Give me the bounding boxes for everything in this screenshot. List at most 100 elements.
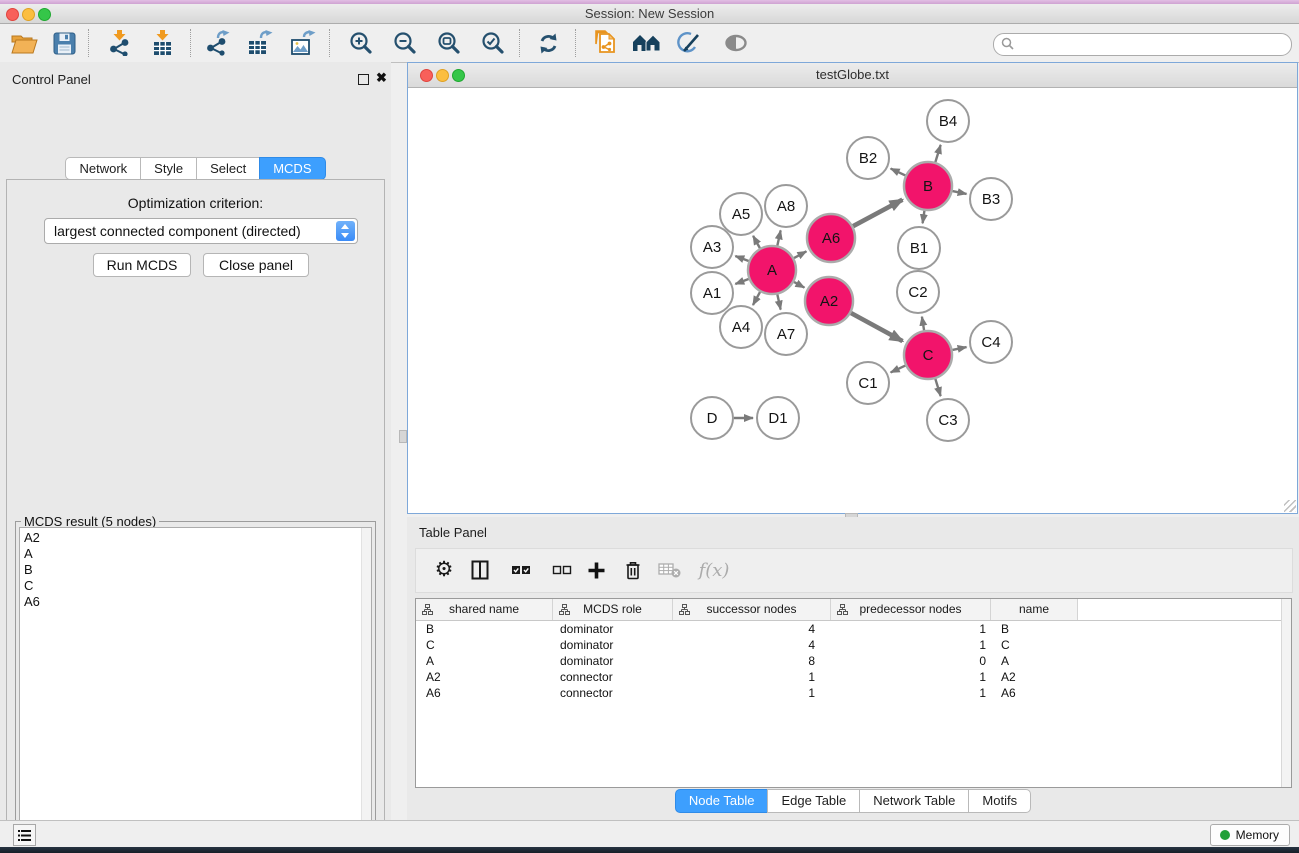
zoom-fit-button[interactable] — [431, 26, 467, 60]
hide-selection-button[interactable] — [672, 26, 708, 60]
graph-node-A7[interactable]: A7 — [765, 313, 807, 355]
tab-network-table[interactable]: Network Table — [859, 789, 969, 813]
table-row[interactable]: Cdominator41C — [416, 637, 1291, 653]
tab-style[interactable]: Style — [140, 157, 197, 180]
graph-edge-B-B1[interactable] — [923, 211, 925, 224]
tab-mcds[interactable]: MCDS — [259, 157, 325, 180]
graph-node-A[interactable]: A — [748, 246, 796, 294]
graph-edge-C-C4[interactable] — [952, 347, 966, 350]
export-network-button[interactable] — [200, 26, 236, 60]
show-columns-button[interactable] — [464, 554, 496, 586]
graph-edge-A2-C[interactable] — [851, 313, 903, 341]
delete-columns-button[interactable] — [617, 554, 649, 586]
graph-edge-B-B3[interactable] — [952, 191, 966, 194]
close-panel-button[interactable]: Close panel — [203, 253, 309, 277]
graph-edge-A-A2[interactable] — [794, 282, 804, 288]
import-table-button[interactable] — [145, 26, 181, 60]
run-mcds-button[interactable]: Run MCDS — [93, 253, 191, 277]
select-all-columns-button[interactable] — [505, 554, 537, 586]
show-panels-button[interactable] — [13, 824, 36, 846]
graph-node-A1[interactable]: A1 — [691, 272, 733, 314]
network-graph[interactable]: B4 B2 B B3 A8A5 A6 A3 B1 A A1 C2 A2 A4A7 C4 C C1 C3 D D1 — [408, 88, 1297, 514]
table-scrollbar[interactable] — [1281, 599, 1291, 787]
close-panel-icon[interactable]: ✖ — [376, 71, 387, 85]
graph-edge-A-A5[interactable] — [753, 236, 760, 248]
export-table-button[interactable] — [242, 26, 278, 60]
zoom-out-button[interactable] — [387, 26, 423, 60]
column-header-successor-nodes[interactable]: successor nodes — [673, 599, 831, 620]
graph-edge-B-B2[interactable] — [891, 169, 906, 176]
zoom-in-button[interactable] — [343, 26, 379, 60]
graph-edge-A6-B[interactable] — [853, 200, 902, 226]
tab-motifs[interactable]: Motifs — [968, 789, 1031, 813]
graph-edge-A-A8[interactable] — [777, 230, 780, 245]
add-column-button[interactable] — [580, 554, 612, 586]
network-canvas[interactable]: B4 B2 B B3 A8A5 A6 A3 B1 A A1 C2 A2 A4A7 C4 C C1 C3 D D1 — [408, 88, 1297, 513]
unselect-all-columns-button[interactable] — [546, 554, 578, 586]
mcds-result-list[interactable]: A2ABCA6 — [19, 527, 372, 853]
graph-node-C4[interactable]: C4 — [970, 321, 1012, 363]
graph-node-D1[interactable]: D1 — [757, 397, 799, 439]
graph-edge-A-A6[interactable] — [794, 251, 806, 258]
graph-edge-C-C2[interactable] — [922, 317, 924, 331]
graph-edge-A-A4[interactable] — [753, 292, 760, 305]
graph-edge-C-C1[interactable] — [891, 366, 906, 373]
graph-edge-C-C3[interactable] — [935, 379, 940, 396]
graph-edge-A-A1[interactable] — [735, 279, 748, 284]
column-header-shared-name[interactable]: shared name — [416, 599, 553, 620]
graph-node-C[interactable]: C — [904, 331, 952, 379]
graph-node-A5[interactable]: A5 — [720, 193, 762, 235]
vertical-splitter-grip[interactable] — [399, 430, 407, 443]
graph-node-C3[interactable]: C3 — [927, 399, 969, 441]
table-row[interactable]: Bdominator41B — [416, 621, 1291, 637]
graph-node-B2[interactable]: B2 — [847, 137, 889, 179]
graph-node-C1[interactable]: C1 — [847, 362, 889, 404]
graph-node-B1[interactable]: B1 — [898, 227, 940, 269]
first-neighbors-button[interactable] — [629, 26, 665, 60]
graph-node-A6[interactable]: A6 — [807, 214, 855, 262]
graph-node-A4[interactable]: A4 — [720, 306, 762, 348]
graph-node-C2[interactable]: C2 — [897, 271, 939, 313]
mcds-result-item[interactable]: A6 — [20, 594, 371, 610]
graph-node-A3[interactable]: A3 — [691, 226, 733, 268]
graph-node-B3[interactable]: B3 — [970, 178, 1012, 220]
import-network-button[interactable] — [102, 26, 138, 60]
optimization-criterion-dropdown[interactable]: largest connected component (directed) — [44, 218, 358, 244]
show-graphics-details-button[interactable] — [718, 26, 754, 60]
delete-table-button[interactable] — [654, 554, 686, 586]
tab-select[interactable]: Select — [196, 157, 260, 180]
column-header-predecessor-nodes[interactable]: predecessor nodes — [831, 599, 991, 620]
graph-node-D[interactable]: D — [691, 397, 733, 439]
zoom-selected-button[interactable] — [475, 26, 511, 60]
graph-node-B4[interactable]: B4 — [927, 100, 969, 142]
tab-node-table[interactable]: Node Table — [675, 789, 769, 813]
save-session-button[interactable] — [46, 26, 82, 60]
graph-node-A8[interactable]: A8 — [765, 185, 807, 227]
table-settings-button[interactable]: ⚙ — [428, 554, 460, 586]
network-window-titlebar[interactable]: testGlobe.txt — [408, 63, 1297, 88]
table-row[interactable]: A2connector11A2 — [416, 669, 1291, 685]
column-header-MCDS-role[interactable]: MCDS role — [553, 599, 673, 620]
table-row[interactable]: A6connector11A6 — [416, 685, 1291, 701]
open-session-button[interactable] — [6, 26, 42, 60]
function-builder-button[interactable]: f(x) — [694, 554, 734, 586]
column-header-name[interactable]: name — [991, 599, 1078, 620]
graph-edge-A-A3[interactable] — [735, 256, 748, 261]
graph-node-B[interactable]: B — [904, 162, 952, 210]
mcds-result-item[interactable]: A2 — [20, 530, 371, 546]
graph-node-A2[interactable]: A2 — [805, 277, 853, 325]
node-table[interactable]: shared nameMCDS rolesuccessor nodesprede… — [415, 598, 1292, 788]
export-image-button[interactable] — [285, 26, 321, 60]
window-resize-grip[interactable] — [1284, 500, 1296, 512]
tab-network[interactable]: Network — [65, 157, 141, 180]
list-scrollbar[interactable] — [361, 528, 371, 853]
search-input[interactable] — [1018, 35, 1284, 54]
memory-button[interactable]: Memory — [1210, 824, 1290, 846]
refresh-view-button[interactable] — [530, 26, 566, 60]
mcds-result-item[interactable]: C — [20, 578, 371, 594]
mcds-result-item[interactable]: A — [20, 546, 371, 562]
table-row[interactable]: Adominator80A — [416, 653, 1291, 669]
graph-edge-A-A7[interactable] — [777, 294, 780, 309]
float-panel-icon[interactable] — [358, 74, 369, 85]
new-network-from-selection-button[interactable] — [587, 26, 623, 60]
